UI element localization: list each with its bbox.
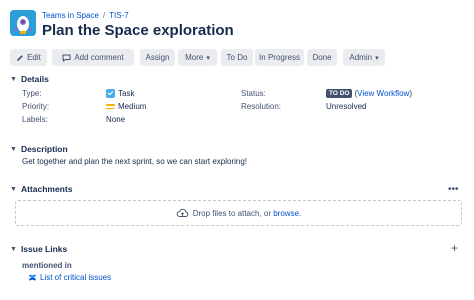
- status-label: Status:: [241, 89, 266, 98]
- done-button-label: Done: [312, 53, 332, 62]
- description-section-toggle[interactable]: ▼ Description: [10, 144, 68, 154]
- status-value: TO DO (View Workflow): [326, 89, 412, 98]
- issue-title[interactable]: Plan the Space exploration: [42, 22, 234, 39]
- more-button-label: More: [185, 53, 204, 62]
- breadcrumb-issue-key-link[interactable]: TIS-7: [109, 11, 129, 20]
- assign-button[interactable]: Assign: [140, 49, 175, 66]
- issue-header: Teams in Space / TIS-7 Plan the Space expl…: [10, 8, 464, 42]
- rocket-avatar-icon: [10, 10, 36, 36]
- admin-button-label: Admin: [349, 53, 373, 62]
- linked-page-link[interactable]: List of critical issues: [40, 273, 111, 282]
- priority-value: Medium: [106, 102, 146, 111]
- more-button[interactable]: More ▾: [178, 49, 217, 66]
- status-badge: TO DO: [326, 89, 353, 98]
- type-value: Task: [106, 89, 134, 98]
- to-do-button-label: To Do: [226, 53, 248, 62]
- issue-toolbar: Edit Add comment Assign More ▾ To Do In …: [10, 49, 470, 67]
- edit-button-label: Edit: [27, 53, 41, 62]
- pencil-icon: [16, 54, 24, 62]
- attachment-dropzone[interactable]: Drop files to attach, or browse.: [15, 200, 462, 226]
- attachments-heading: Attachments: [20, 184, 73, 194]
- edit-button[interactable]: Edit: [10, 49, 47, 66]
- task-checkbox-icon: [106, 89, 115, 98]
- chevron-down-icon: ▼: [10, 245, 17, 253]
- priority-value-text: Medium: [118, 102, 147, 111]
- browse-link[interactable]: browse.: [273, 209, 301, 218]
- resolution-value: Unresolved: [326, 102, 367, 111]
- status-paren-close: ): [409, 89, 412, 98]
- chevron-down-icon: ▼: [10, 185, 17, 193]
- details-heading: Details: [20, 74, 49, 84]
- add-comment-button[interactable]: Add comment: [52, 49, 134, 66]
- dropzone-text: Drop files to attach, or: [192, 208, 271, 218]
- in-progress-button[interactable]: In Progress: [255, 49, 304, 66]
- chevron-down-icon: ▾: [375, 54, 379, 62]
- in-progress-button-label: In Progress: [259, 53, 300, 62]
- add-comment-button-label: Add comment: [74, 53, 124, 62]
- resolution-label: Resolution:: [241, 102, 282, 111]
- chevron-down-icon: ▼: [10, 145, 17, 153]
- linked-page[interactable]: List of critical issues: [28, 273, 111, 282]
- confluence-icon: [28, 273, 37, 282]
- view-workflow-link[interactable]: View Workflow: [357, 89, 409, 98]
- priority-label: Priority:: [22, 102, 50, 111]
- cloud-upload-icon: [176, 208, 189, 218]
- description-heading: Description: [20, 144, 68, 154]
- admin-button[interactable]: Admin ▾: [343, 49, 385, 66]
- project-avatar[interactable]: [10, 10, 36, 36]
- breadcrumb-project-link[interactable]: Teams in Space: [42, 11, 99, 20]
- type-value-text: Task: [118, 89, 135, 98]
- link-relation-label: mentioned in: [22, 261, 72, 270]
- speech-bubble-icon: [62, 54, 71, 62]
- issue-links-section-toggle[interactable]: ▼ Issue Links: [10, 244, 67, 254]
- add-link-icon[interactable]: +: [451, 241, 458, 255]
- chevron-down-icon: ▾: [206, 54, 210, 62]
- assign-button-label: Assign: [145, 53, 170, 62]
- labels-label: Labels:: [22, 115, 48, 124]
- details-section-toggle[interactable]: ▼ Details: [10, 74, 49, 84]
- issue-links-heading: Issue Links: [20, 244, 68, 254]
- breadcrumb-separator: /: [102, 11, 106, 20]
- labels-value: None: [106, 115, 126, 124]
- attachments-more-icon[interactable]: •••: [448, 184, 459, 195]
- description-text[interactable]: Get together and plan the next sprint, s…: [22, 157, 247, 166]
- breadcrumb: Teams in Space / TIS-7: [42, 11, 129, 20]
- done-button[interactable]: Done: [307, 49, 337, 66]
- chevron-down-icon: ▼: [10, 75, 17, 83]
- medium-priority-icon: [106, 102, 115, 111]
- type-label: Type:: [22, 89, 42, 98]
- attachments-section-toggle[interactable]: ▼ Attachments: [10, 184, 72, 194]
- to-do-button[interactable]: To Do: [221, 49, 253, 66]
